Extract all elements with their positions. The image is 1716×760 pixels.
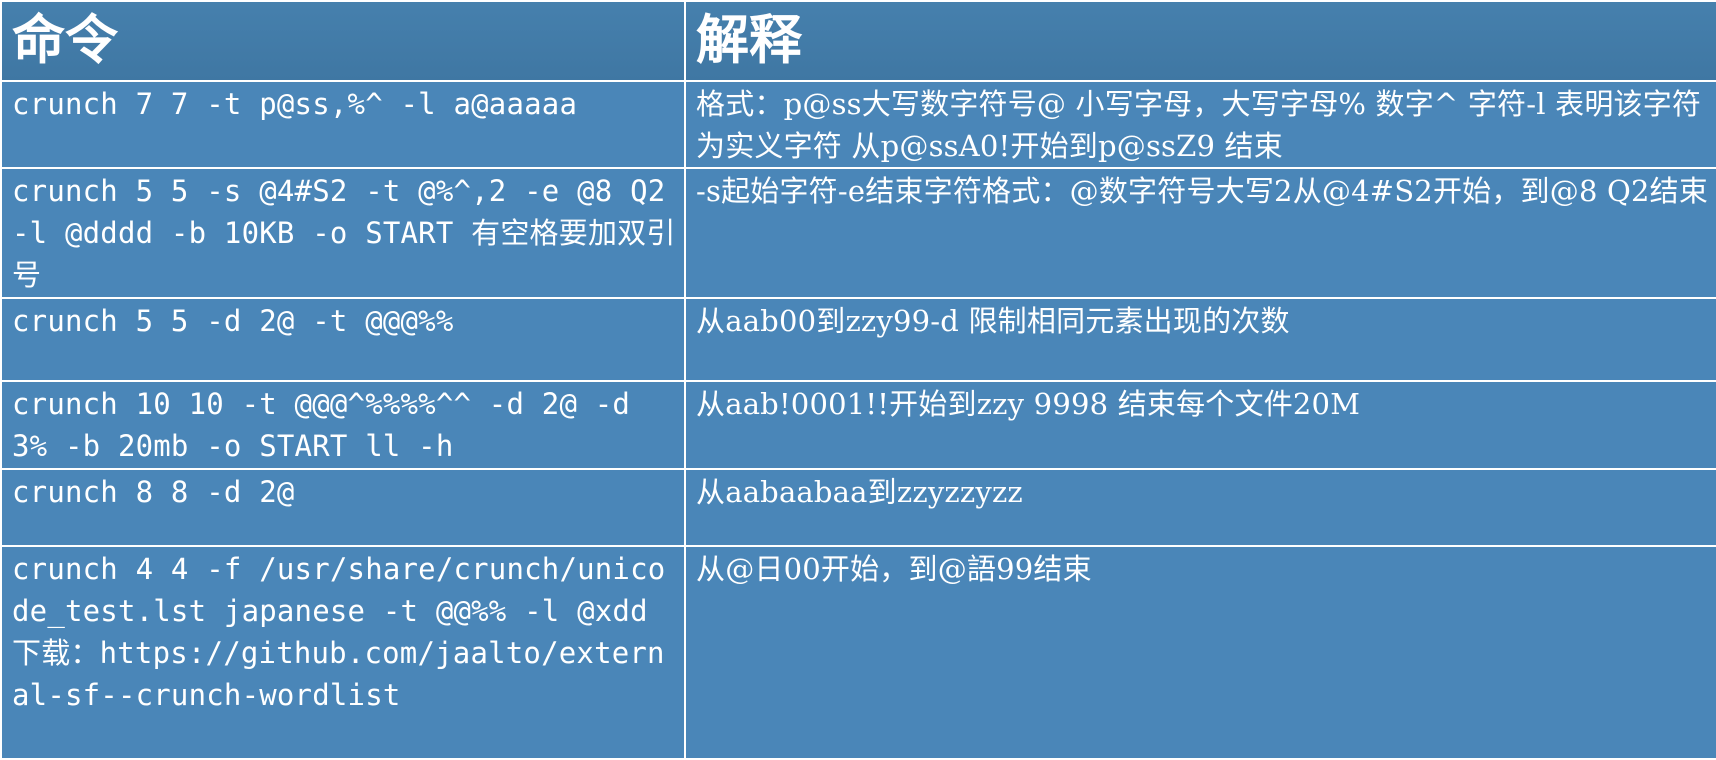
- table-row: crunch 10 10 -t @@@^%%%%^^ -d 2@ -d 3% -…: [0, 380, 1716, 470]
- command-cell: crunch 5 5 -s @4#S2 -t @%^,2 -e @8 Q2 -l…: [0, 167, 686, 299]
- table-row: crunch 5 5 -d 2@ -t @@@%% 从aab00到zzy99-d…: [0, 297, 1716, 382]
- header-command: 命令: [0, 0, 686, 82]
- crunch-command-table: 命令 解释 crunch 7 7 -t p@ss,%^ -l a@aaaaa 格…: [0, 0, 1716, 760]
- table-row: crunch 7 7 -t p@ss,%^ -l a@aaaaa 格式：p@ss…: [0, 80, 1716, 169]
- explanation-cell: 从aab00到zzy99-d 限制相同元素出现的次数: [684, 297, 1716, 382]
- explanation-cell: 从@日00开始，到@語99结束: [684, 545, 1716, 760]
- table-header-row: 命令 解释: [0, 0, 1716, 82]
- command-cell: crunch 8 8 -d 2@: [0, 468, 686, 547]
- command-cell: crunch 10 10 -t @@@^%%%%^^ -d 2@ -d 3% -…: [0, 380, 686, 470]
- explanation-cell: 格式：p@ss大写数字符号@ 小写字母，大写字母% 数字^ 字符-l 表明该字符…: [684, 80, 1716, 169]
- header-explanation: 解释: [684, 0, 1716, 82]
- explanation-cell: -s起始字符-e结束字符格式：@数字符号大写2从@4#S2开始，到@8 Q2结束: [684, 167, 1716, 299]
- table-row: crunch 4 4 -f /usr/share/crunch/unicode_…: [0, 545, 1716, 760]
- command-cell: crunch 4 4 -f /usr/share/crunch/unicode_…: [0, 545, 686, 760]
- command-cell: crunch 7 7 -t p@ss,%^ -l a@aaaaa: [0, 80, 686, 169]
- explanation-cell: 从aabaabaa到zzyzzyzz: [684, 468, 1716, 547]
- explanation-cell: 从aab!0001!!开始到zzy 9998 结束每个文件20M: [684, 380, 1716, 470]
- table-row: crunch 8 8 -d 2@ 从aabaabaa到zzyzzyzz: [0, 468, 1716, 547]
- table-row: crunch 5 5 -s @4#S2 -t @%^,2 -e @8 Q2 -l…: [0, 167, 1716, 299]
- command-cell: crunch 5 5 -d 2@ -t @@@%%: [0, 297, 686, 382]
